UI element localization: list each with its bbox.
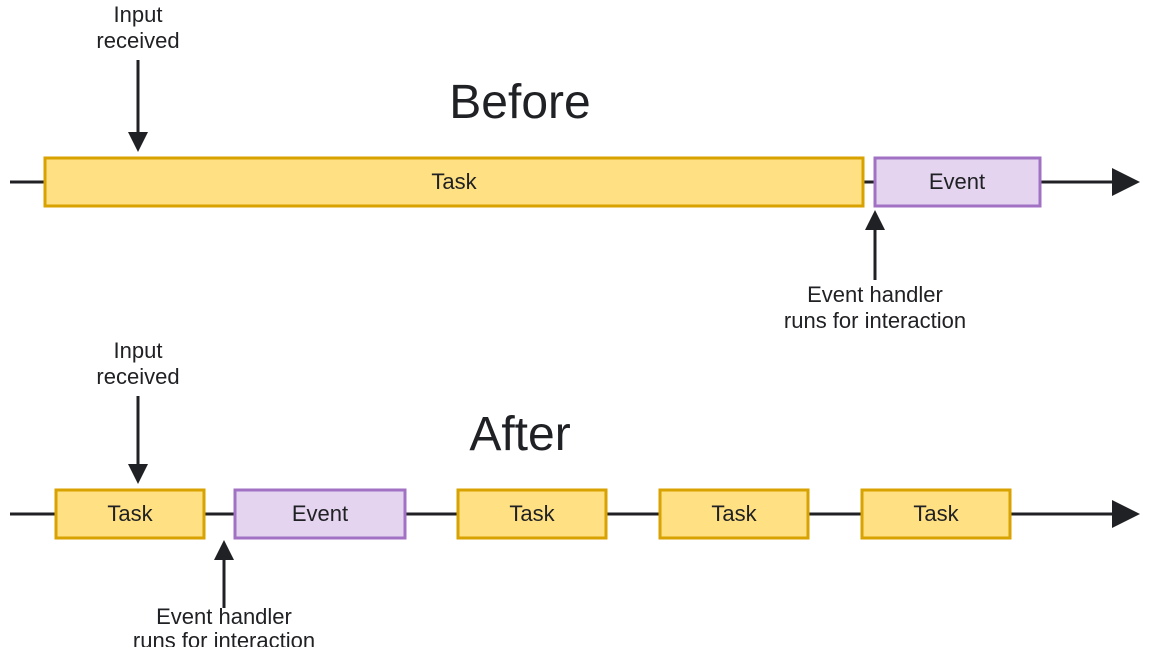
before-handler-label-line1: Event handler [807, 282, 943, 307]
before-task-label: Task [431, 169, 477, 194]
before-input-label-line2: received [96, 28, 179, 53]
diagram-canvas: Before Input received Task Event Event h… [0, 0, 1155, 647]
after-task4-label: Task [913, 501, 959, 526]
after-handler-label-line1: Event handler [156, 604, 292, 629]
after-task1-label: Task [107, 501, 153, 526]
before-event-label: Event [929, 169, 985, 194]
before-input-label-line1: Input [114, 2, 163, 27]
after-event-label: Event [292, 501, 348, 526]
after-input-label-line1: Input [114, 338, 163, 363]
arrow-down-icon [128, 60, 148, 152]
before-title: Before [449, 76, 590, 129]
before-handler-label-line2: runs for interaction [784, 308, 966, 333]
arrow-up-icon [865, 210, 885, 280]
after-title: After [469, 408, 570, 461]
arrow-down-icon [128, 396, 148, 484]
arrow-right-icon [1112, 500, 1140, 528]
arrow-up-icon [214, 540, 234, 608]
after-task2-label: Task [509, 501, 555, 526]
after-handler-label-line2: runs for interaction [133, 628, 315, 647]
after-input-label-line2: received [96, 364, 179, 389]
after-task3-label: Task [711, 501, 757, 526]
arrow-right-icon [1112, 168, 1140, 196]
